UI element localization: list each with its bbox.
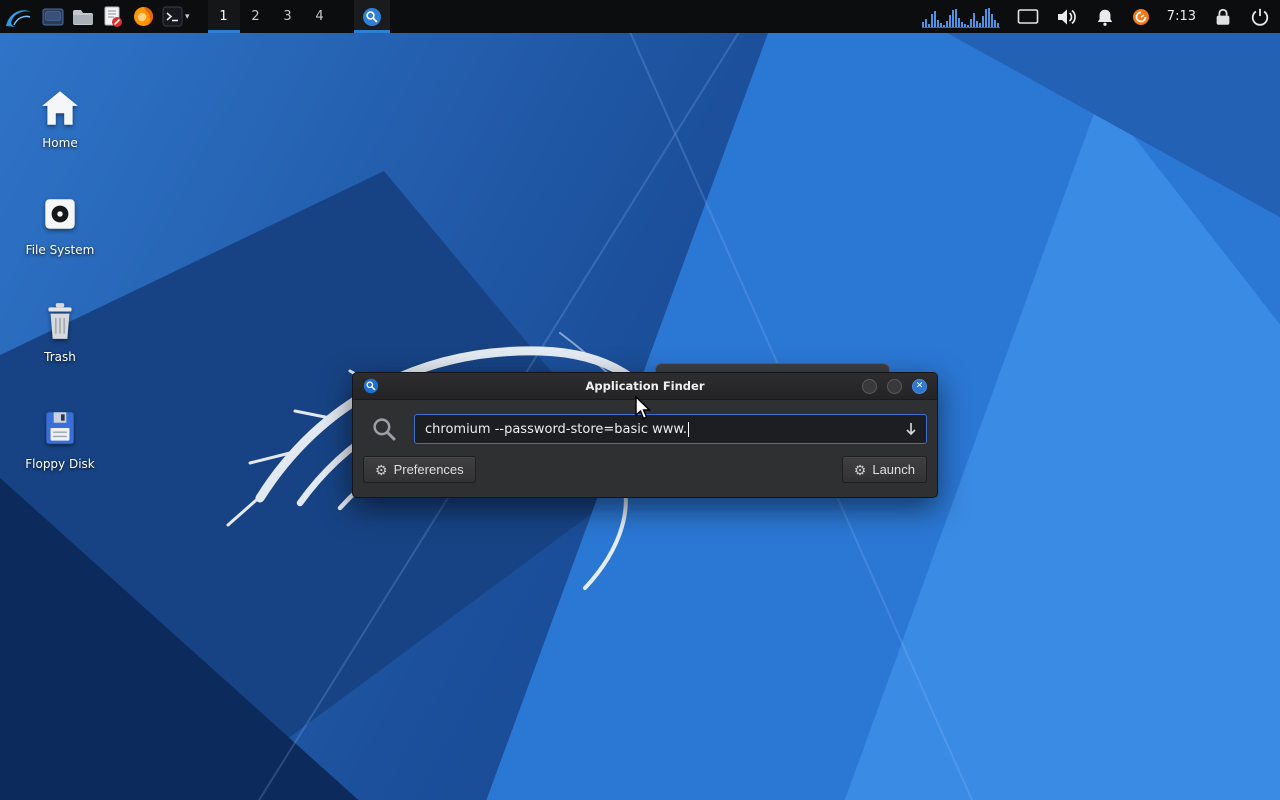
workspace-4[interactable]: 4 bbox=[304, 0, 336, 33]
workspace-3-label: 3 bbox=[283, 9, 292, 24]
launcher-terminal[interactable]: ▾ bbox=[158, 0, 194, 33]
file-manager-icon bbox=[42, 8, 64, 25]
search-icon bbox=[373, 417, 396, 441]
file-system-icon bbox=[45, 199, 75, 229]
launcher-file-manager[interactable] bbox=[38, 0, 68, 33]
workspace-2[interactable]: 2 bbox=[240, 0, 272, 33]
window-title: Application Finder bbox=[585, 379, 705, 393]
floppy-disk-icon bbox=[46, 412, 74, 444]
desktop-icon-label: Trash bbox=[44, 350, 76, 364]
search-input[interactable]: chromium --password-store=basic www. bbox=[414, 414, 927, 444]
display-icon[interactable] bbox=[1017, 8, 1039, 26]
launcher-firefox[interactable] bbox=[128, 0, 158, 33]
workspace-4-label: 4 bbox=[315, 9, 324, 24]
application-finder-window: Application Finder ✕ chromium --password… bbox=[352, 372, 938, 498]
search-input-text: chromium --password-store=basic www. bbox=[425, 421, 687, 437]
maximize-button[interactable] bbox=[887, 378, 902, 394]
close-button[interactable]: ✕ bbox=[912, 378, 927, 394]
application-finder-task-icon bbox=[362, 7, 381, 26]
launch-label: Launch bbox=[872, 462, 915, 477]
notification-bell-icon[interactable] bbox=[1095, 7, 1115, 27]
firefox-icon bbox=[133, 6, 153, 26]
systray-status-icon[interactable] bbox=[1132, 8, 1150, 26]
desktop-icon-label: File System bbox=[25, 243, 95, 257]
panel-tray: 7:13 bbox=[921, 6, 1280, 28]
clock[interactable]: 7:13 bbox=[1167, 9, 1196, 24]
terminal-menu-arrow[interactable]: ▾ bbox=[185, 12, 190, 22]
minimize-button[interactable] bbox=[862, 378, 877, 394]
launch-button[interactable]: ⚙ Launch bbox=[841, 456, 927, 483]
workspace-3[interactable]: 3 bbox=[272, 0, 304, 33]
trash-icon bbox=[48, 303, 72, 339]
workspace-2-label: 2 bbox=[251, 9, 260, 24]
kali-menu-button[interactable] bbox=[0, 0, 38, 33]
button-row: ⚙ Preferences ⚙ Launch bbox=[353, 444, 937, 483]
window-app-icon bbox=[363, 378, 379, 394]
close-icon: ✕ bbox=[915, 380, 924, 391]
launcher-text-editor[interactable] bbox=[98, 0, 128, 33]
window-controls: ✕ bbox=[862, 378, 927, 394]
launcher-folder[interactable] bbox=[68, 0, 98, 33]
home-icon bbox=[42, 91, 78, 125]
volume-icon[interactable] bbox=[1056, 7, 1078, 27]
lock-icon[interactable] bbox=[1213, 7, 1233, 27]
desktop-icon-label: Floppy Disk bbox=[25, 457, 95, 471]
folder-icon bbox=[73, 9, 93, 25]
launch-gear-icon: ⚙ bbox=[853, 461, 867, 478]
desktop-icon-floppy-disk[interactable]: Floppy Disk bbox=[12, 407, 108, 471]
desktop-icon-file-system[interactable]: File System bbox=[12, 193, 108, 257]
kali-logo-icon bbox=[6, 9, 31, 27]
text-editor-icon bbox=[104, 6, 122, 27]
terminal-icon bbox=[162, 6, 183, 27]
task-application-finder[interactable] bbox=[353, 0, 390, 33]
logout-icon[interactable] bbox=[1250, 7, 1270, 27]
preferences-button[interactable]: ⚙ Preferences bbox=[363, 456, 476, 483]
history-dropdown-icon[interactable] bbox=[904, 421, 918, 437]
text-caret bbox=[688, 421, 689, 437]
gear-icon: ⚙ bbox=[375, 461, 388, 478]
desktop-icon-home[interactable]: Home bbox=[12, 88, 108, 150]
workspace-1[interactable]: 1 bbox=[207, 0, 240, 33]
workspace-1-label: 1 bbox=[219, 9, 228, 24]
desktop-icon-label: Home bbox=[42, 136, 78, 150]
mouse-cursor bbox=[635, 396, 652, 420]
cpu-graph[interactable] bbox=[921, 6, 1000, 28]
desktop-icon-trash[interactable]: Trash bbox=[12, 300, 108, 364]
top-panel: ▾ 1 2 3 4 7:13 bbox=[0, 0, 1280, 33]
preferences-label: Preferences bbox=[393, 462, 464, 477]
